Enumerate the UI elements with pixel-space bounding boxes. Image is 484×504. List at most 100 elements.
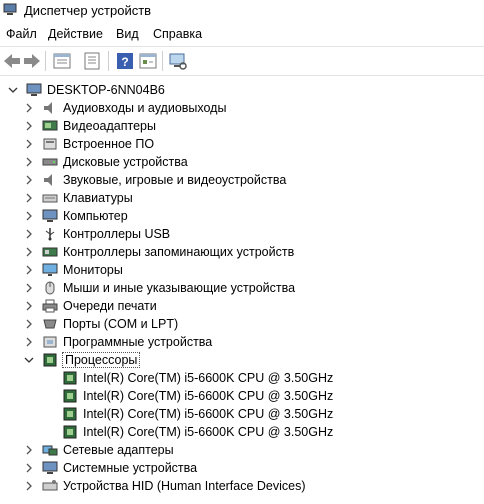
computer-icon [26,83,42,96]
disk-drive-icon [42,158,58,166]
display-adapter-icon [42,120,58,131]
tree-item-cpu[interactable]: Intel(R) Core(TM) i5-6600K CPU @ 3.50GHz [62,369,333,387]
menu-file[interactable]: Файл [6,27,37,41]
tree-item-label: Видеоадаптеры [63,119,156,133]
chevron-right-icon[interactable] [24,175,34,185]
tree-item-firmware[interactable]: Встроенное ПО [24,135,154,153]
processor-icon [63,371,77,385]
tree-item-label: Intel(R) Core(TM) i5-6600K CPU @ 3.50GHz [83,389,334,403]
firmware-icon [43,138,57,150]
tree-item-label: Системные устройства [63,461,198,475]
processor-icon [63,389,77,403]
chevron-right-icon[interactable] [24,337,34,347]
tree-item-computer[interactable]: Компьютер [24,207,128,225]
tree-item-ports[interactable]: Порты (COM и LPT) [24,315,178,333]
usb-icon [45,228,55,241]
chevron-down-icon[interactable] [24,355,34,365]
mouse-icon [45,281,55,295]
tree-item-storage-controllers[interactable]: Контроллеры запоминающих устройств [24,243,294,261]
menu-help[interactable]: Справка [153,27,202,41]
forward-icon[interactable] [22,51,42,71]
chevron-down-icon[interactable] [8,85,18,95]
properties-icon[interactable] [52,51,72,71]
show-hidden-icon[interactable] [138,51,158,71]
tree-item-label: Intel(R) Core(TM) i5-6600K CPU @ 3.50GHz [83,425,334,439]
storage-controller-icon [42,247,58,257]
tree-item-label: Компьютер [63,209,128,223]
tree-item-mice[interactable]: Мыши и иные указывающие устройства [24,279,295,297]
svg-text:?: ? [121,55,128,69]
chevron-right-icon[interactable] [24,103,34,113]
tree-item-video-adapters[interactable]: Видеоадаптеры [24,117,156,135]
menu-action[interactable]: Действие [48,27,103,41]
tree-item-label: Очереди печати [63,299,157,313]
system-device-icon [42,461,58,474]
tree-item-label: Мониторы [63,263,123,277]
chevron-right-icon[interactable] [24,247,34,257]
tree-root-label: DESKTOP-6NN04B6 [47,83,165,97]
chevron-right-icon[interactable] [24,139,34,149]
processor-icon [63,407,77,421]
tree-item-monitors[interactable]: Мониторы [24,261,123,279]
tree-item-label: Процессоры [61,352,141,368]
tree-item-system-devices[interactable]: Системные устройства [24,459,197,477]
printer-icon [42,299,58,313]
tree-item-label: Программные устройства [63,335,213,349]
update-driver-icon[interactable] [82,51,102,71]
chevron-right-icon[interactable] [24,265,34,275]
chevron-right-icon[interactable] [24,463,34,473]
speaker-icon [44,174,52,186]
tree-item-label: Контроллеры USB [63,227,171,241]
tree-item-sound-video-game[interactable]: Звуковые, игровые и видеоустройства [24,171,286,189]
tree-item-label: Клавиатуры [63,191,133,205]
chevron-right-icon[interactable] [24,481,34,491]
speaker-icon [44,102,52,114]
help-icon[interactable]: ? [115,51,135,71]
chevron-right-icon[interactable] [24,193,34,203]
tree-item-print-queues[interactable]: Очереди печати [24,297,157,315]
tree-item-network-adapters[interactable]: Сетевые адаптеры [24,441,174,459]
title-bar: Диспетчер устройств [0,0,484,22]
tree-item-label: Порты (COM и LPT) [63,317,179,331]
window-title: Диспетчер устройств [24,3,152,18]
chevron-right-icon[interactable] [24,121,34,131]
toolbar: ? [0,46,484,76]
chevron-right-icon[interactable] [24,283,34,293]
scan-icon[interactable] [168,51,188,71]
tree-item-label: Звуковые, игровые и видеоустройства [63,173,287,187]
chevron-right-icon[interactable] [24,301,34,311]
tree-item-label: Контроллеры запоминающих устройств [63,245,295,259]
chevron-right-icon[interactable] [24,229,34,239]
tree-item-cpu[interactable]: Intel(R) Core(TM) i5-6600K CPU @ 3.50GHz [62,405,333,423]
processor-icon [63,425,77,439]
tree-item-cpu[interactable]: Intel(R) Core(TM) i5-6600K CPU @ 3.50GHz [62,387,333,405]
tree-item-usb-controllers[interactable]: Контроллеры USB [24,225,170,243]
tree-item-label: Мыши и иные указывающие устройства [63,281,296,295]
menu-bar: Файл Действие Вид Справка [0,24,484,44]
tree-item-software-devices[interactable]: Программные устройства [24,333,212,351]
tree-item-label: Сетевые адаптеры [63,443,174,457]
back-icon[interactable] [2,51,22,71]
tree-item-audio-io[interactable]: Аудиовходы и аудиовыходы [24,99,226,117]
tree-item-hid-devices[interactable]: Устройства HID (Human Interface Devices) [24,477,306,495]
port-icon [43,319,57,329]
tree-item-cpu[interactable]: Intel(R) Core(TM) i5-6600K CPU @ 3.50GHz [62,423,333,441]
tree-item-label: Аудиовходы и аудиовыходы [63,101,227,115]
tree-item-keyboards[interactable]: Клавиатуры [24,189,133,207]
software-device-icon [43,336,57,348]
hid-icon [42,480,58,491]
menu-view[interactable]: Вид [116,27,139,41]
tree-item-disk-drives[interactable]: Дисковые устройства [24,153,188,171]
tree-item-label: Устройства HID (Human Interface Devices) [63,479,306,493]
chevron-right-icon[interactable] [24,157,34,167]
computer-icon [42,209,58,222]
tree-item-label: Встроенное ПО [63,137,155,151]
device-manager-icon [3,3,17,15]
chevron-right-icon[interactable] [24,445,34,455]
tree-item-processors[interactable]: Процессоры [24,351,141,369]
chevron-right-icon[interactable] [24,319,34,329]
tree-root[interactable]: DESKTOP-6NN04B6 [8,81,165,99]
tree-item-label: Intel(R) Core(TM) i5-6600K CPU @ 3.50GHz [83,407,334,421]
chevron-right-icon[interactable] [24,211,34,221]
processor-icon [43,353,57,367]
